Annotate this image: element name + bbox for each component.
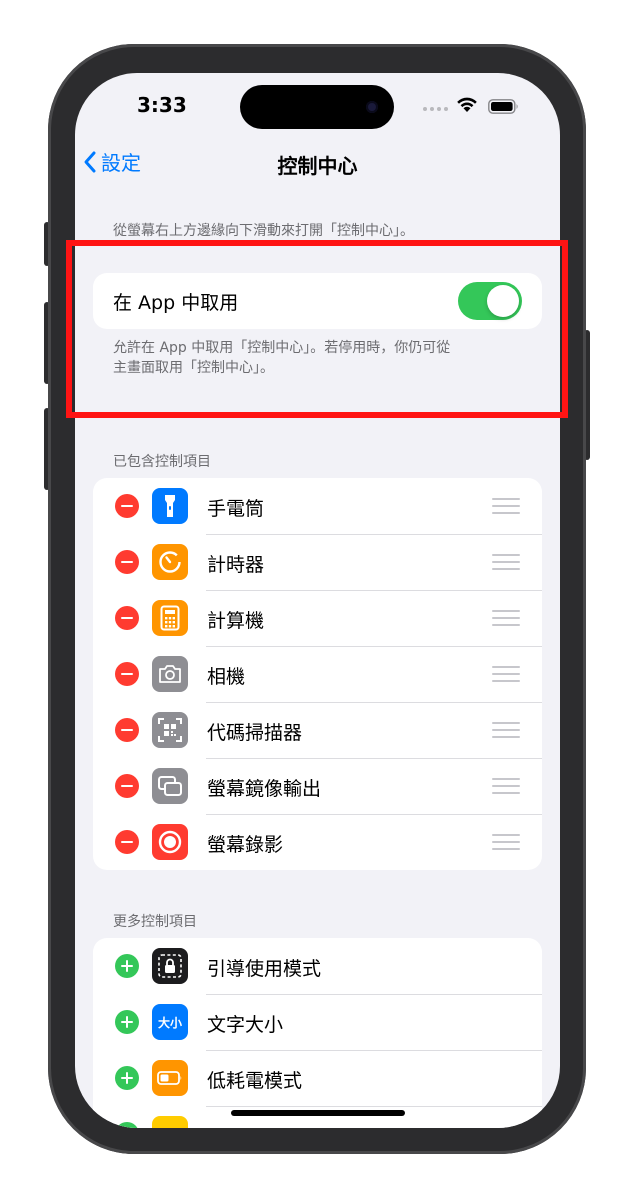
list-item-label: 手電筒 <box>207 498 265 520</box>
calculator-icon <box>152 600 188 636</box>
included-controls-list: 手電筒 計時器 計算機 相機 代碼掃描器 螢幕鏡像輸出 螢幕錄影 <box>93 478 542 870</box>
reorder-handle-icon[interactable] <box>492 666 520 682</box>
text-size-icon: 大小 <box>152 1004 188 1040</box>
camera-icon <box>152 656 188 692</box>
flashlight-icon <box>152 488 188 524</box>
qr-scanner-icon <box>152 712 188 748</box>
add-button[interactable] <box>115 1122 139 1128</box>
reorder-handle-icon[interactable] <box>492 554 520 570</box>
remove-button[interactable] <box>115 662 139 686</box>
add-button[interactable] <box>115 1066 139 1090</box>
list-item: 低耗電模式 <box>93 1050 542 1106</box>
timer-icon <box>152 544 188 580</box>
list-item-label: 文字大小 <box>207 1014 284 1036</box>
list-item-label: 螢幕鏡像輸出 <box>207 778 322 800</box>
remove-button[interactable] <box>115 606 139 630</box>
page-title: 控制中心 <box>277 154 358 178</box>
home-indicator[interactable] <box>231 1110 405 1116</box>
notes-icon <box>152 1116 188 1128</box>
status-time: 3:33 <box>137 93 187 117</box>
reorder-handle-icon[interactable] <box>492 722 520 738</box>
remove-button[interactable] <box>115 774 139 798</box>
guided-access-icon <box>152 948 188 984</box>
intro-text: 從螢幕右上方邊緣向下滑動來打開「控制中心」。 <box>113 223 414 239</box>
dynamic-island <box>240 85 394 129</box>
remove-button[interactable] <box>115 718 139 742</box>
list-item: 相機 <box>93 646 542 702</box>
more-controls-list: 引導使用模式 大小 文字大小 低耗電模式 <box>93 938 542 1128</box>
list-item-label: 相機 <box>207 666 246 688</box>
list-item: 代碼掃描器 <box>93 702 542 758</box>
screen-mirroring-icon <box>152 768 188 804</box>
phone-screen: 3:33 設定 控制中心 從螢幕右上方邊緣向下滑動來打開「控制中心」。 在 Ap… <box>75 73 560 1128</box>
list-item-label: 螢幕錄影 <box>207 834 284 856</box>
remove-button[interactable] <box>115 494 139 518</box>
list-item-label: 低耗電模式 <box>207 1070 303 1092</box>
remove-button[interactable] <box>115 830 139 854</box>
remove-button[interactable] <box>115 550 139 574</box>
more-controls-header: 更多控制項目 <box>113 914 197 930</box>
low-power-mode-icon <box>152 1060 188 1096</box>
list-item: 大小 文字大小 <box>93 994 542 1050</box>
reorder-handle-icon[interactable] <box>492 834 520 850</box>
text-size-icon-text: 大小 <box>157 1015 182 1030</box>
list-item: 計算機 <box>93 590 542 646</box>
screen-recording-icon <box>152 824 188 860</box>
reorder-handle-icon[interactable] <box>492 498 520 514</box>
list-item-label: 計時器 <box>207 554 265 576</box>
list-item: 螢幕錄影 <box>93 814 542 870</box>
reorder-handle-icon[interactable] <box>492 778 520 794</box>
reorder-handle-icon[interactable] <box>492 610 520 626</box>
list-item-label: 代碼掃描器 <box>207 722 303 744</box>
list-item: 引導使用模式 <box>93 938 542 994</box>
list-item-label: 計算機 <box>207 610 265 632</box>
list-item-label: 引導使用模式 <box>207 958 322 980</box>
front-camera-icon <box>366 101 378 113</box>
wifi-icon <box>457 97 477 112</box>
list-item: 螢幕鏡像輸出 <box>93 758 542 814</box>
included-controls-header: 已包含控制項目 <box>113 454 211 470</box>
list-item: 計時器 <box>93 534 542 590</box>
highlight-box <box>66 240 568 418</box>
cellular-signal-icon <box>423 107 448 111</box>
add-button[interactable] <box>115 1010 139 1034</box>
battery-icon <box>488 99 518 114</box>
list-item: 手電筒 <box>93 478 542 534</box>
add-button[interactable] <box>115 954 139 978</box>
